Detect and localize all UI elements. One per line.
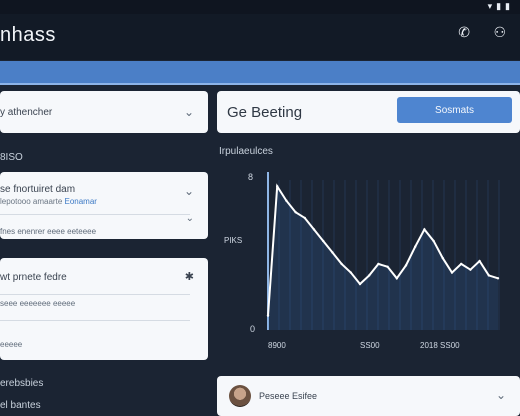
card-3: wt prnete fedre ✱ seee eeeeeee eeeee eee… bbox=[0, 258, 208, 360]
battery-icon: ▮ bbox=[505, 1, 514, 11]
chevron-down-icon[interactable]: ⌄ bbox=[186, 213, 194, 224]
card-3-row-1: seee eeeeeee eeeee bbox=[0, 299, 76, 308]
data-point bbox=[368, 274, 371, 277]
divider bbox=[0, 214, 190, 215]
section-1-label: 8ISO bbox=[0, 152, 23, 163]
status-bar: ▾▮▮ bbox=[0, 0, 520, 14]
data-point bbox=[487, 274, 490, 277]
chevron-down-icon[interactable]: ⌄ bbox=[184, 184, 194, 198]
profile-icon[interactable]: ⚇ bbox=[493, 24, 506, 41]
line-chart: 8 0 PIKS 8900 SS00 2018 SS00 bbox=[222, 160, 512, 352]
data-point bbox=[377, 262, 380, 266]
x-tick-label: SS00 bbox=[360, 341, 380, 350]
avatar bbox=[229, 385, 251, 407]
card-2-link[interactable]: Eonamar bbox=[65, 197, 97, 206]
data-point bbox=[276, 185, 279, 188]
data-point bbox=[303, 216, 306, 220]
card-3-header[interactable]: wt prnete fedre bbox=[0, 272, 208, 283]
card-2-row: fnes enenrer eeee eeteeee bbox=[0, 227, 97, 236]
card-3-row-2: eeeee bbox=[0, 340, 23, 349]
pin-icon[interactable]: ✱ bbox=[185, 270, 194, 283]
signal-icon: ▮ bbox=[496, 1, 506, 11]
status-icons: ▾▮▮ bbox=[488, 1, 514, 12]
x-tick-label: 8900 bbox=[268, 341, 286, 350]
card-2-subtext: lepotooo amaarte bbox=[0, 197, 63, 206]
data-point bbox=[423, 228, 426, 231]
data-point bbox=[404, 264, 408, 267]
accent-band bbox=[0, 61, 520, 85]
data-point bbox=[285, 199, 288, 202]
bottom-card[interactable]: Peseee Esifee ⌄ bbox=[217, 376, 520, 416]
data-point bbox=[460, 262, 463, 266]
search-value: Ge Beeting bbox=[227, 104, 303, 121]
data-point bbox=[331, 251, 334, 254]
data-point bbox=[312, 228, 316, 231]
chevron-down-icon: ⌄ bbox=[183, 105, 194, 119]
section-2-label: erebsbies bbox=[0, 378, 44, 389]
data-point bbox=[441, 256, 444, 260]
y-tick-label: 8 bbox=[248, 172, 253, 182]
app-bar: nhass ✆ ⚇ bbox=[0, 14, 520, 60]
data-point bbox=[358, 282, 362, 286]
dropdown-1-value: y athencher bbox=[0, 107, 53, 118]
x-tick-label: 2018 SS00 bbox=[420, 341, 460, 350]
dropdown-1[interactable]: y athencher ⌄ bbox=[0, 91, 208, 133]
data-point bbox=[395, 277, 398, 280]
data-point bbox=[496, 277, 500, 280]
chart-section-label: Irpulaeulces bbox=[219, 146, 273, 157]
data-point bbox=[266, 314, 270, 317]
card-2: se fnortuiret dam ⌄ lepotooo amaarte Eon… bbox=[0, 172, 208, 239]
wifi-icon: ▾ bbox=[487, 1, 497, 11]
data-point bbox=[414, 245, 417, 248]
data-point bbox=[322, 239, 325, 243]
app-title: nhass bbox=[0, 24, 56, 46]
y-tick-label: 0 bbox=[250, 324, 255, 334]
data-point bbox=[432, 239, 435, 243]
search-button[interactable]: Sosmats bbox=[397, 97, 512, 123]
y-axis-label: PIKS bbox=[224, 236, 242, 245]
section-3-label: el bantes bbox=[0, 400, 41, 411]
divider bbox=[0, 320, 190, 321]
data-point bbox=[478, 259, 481, 263]
bottom-card-name: Peseee Esifee bbox=[259, 391, 318, 401]
chevron-down-icon: ⌄ bbox=[495, 388, 506, 402]
divider bbox=[0, 294, 190, 295]
data-point bbox=[349, 271, 352, 274]
data-point bbox=[294, 211, 297, 214]
data-point bbox=[340, 262, 343, 266]
data-point bbox=[450, 271, 454, 274]
card-2-header[interactable]: se fnortuiret dam bbox=[0, 184, 208, 195]
data-point bbox=[469, 268, 472, 271]
data-point bbox=[386, 265, 389, 268]
phone-icon[interactable]: ✆ bbox=[458, 24, 470, 41]
